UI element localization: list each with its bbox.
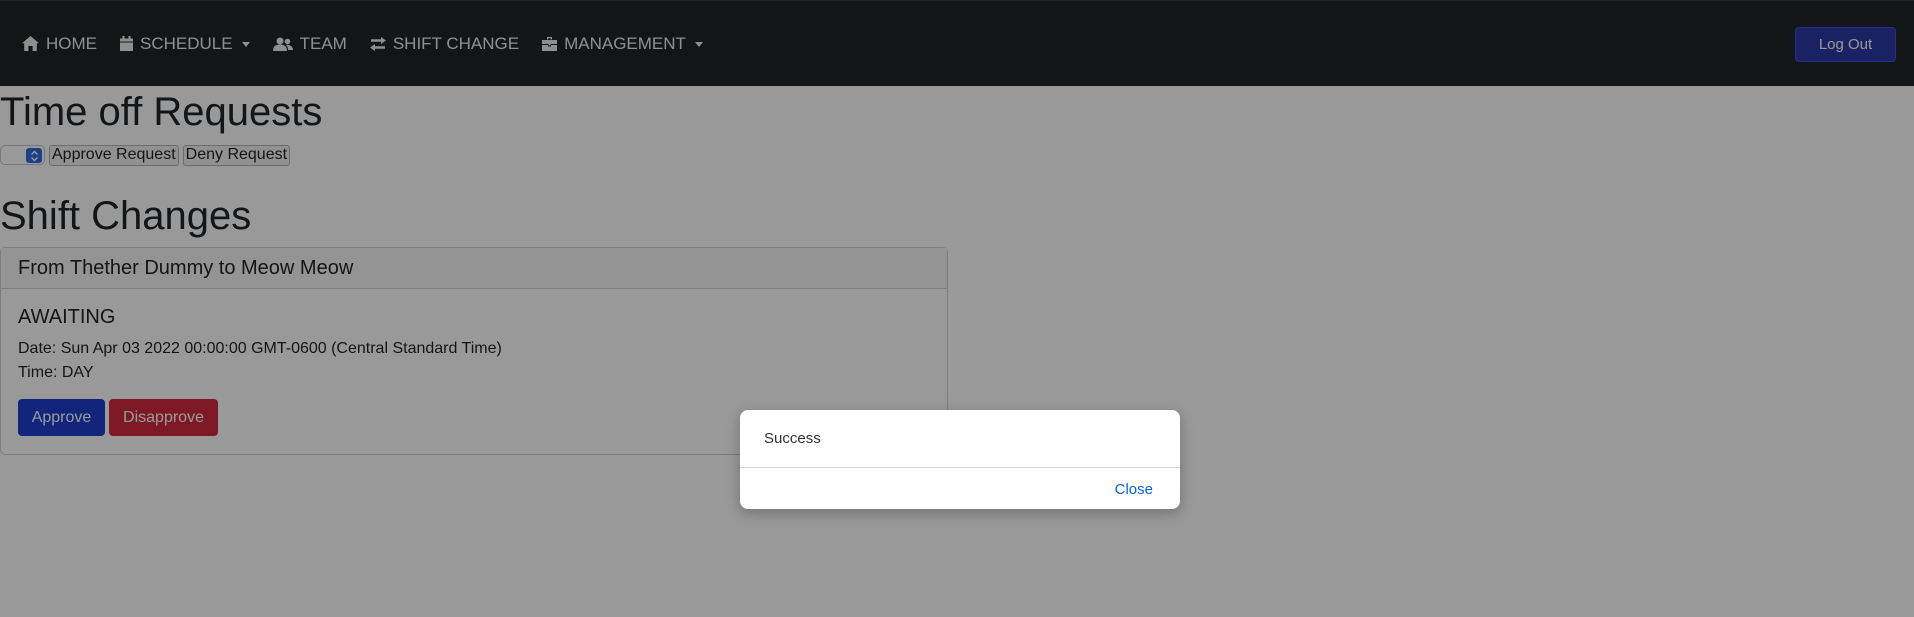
modal-backdrop[interactable] — [0, 0, 1914, 617]
success-dialog: Success Close — [740, 410, 1180, 509]
dialog-message: Success — [740, 410, 1180, 468]
close-button[interactable]: Close — [1115, 481, 1153, 498]
